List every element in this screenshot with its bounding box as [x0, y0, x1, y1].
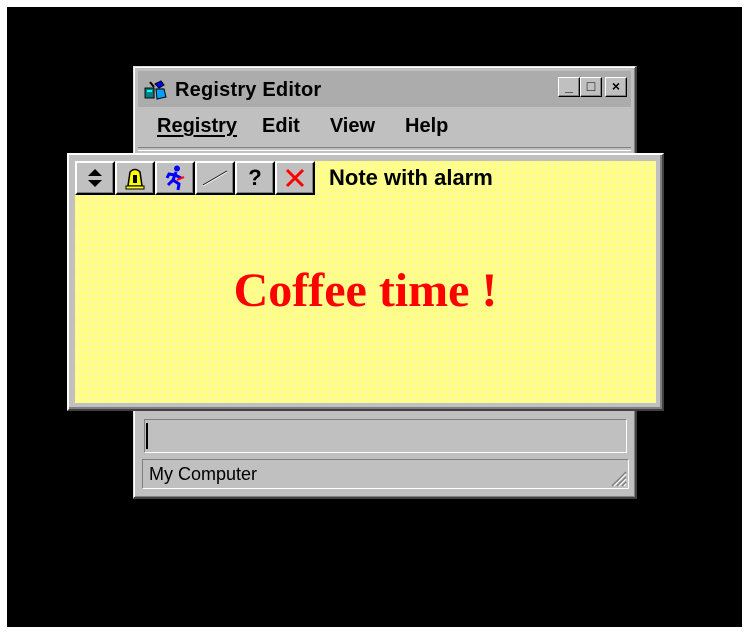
- tree-pane[interactable]: [144, 419, 627, 453]
- line-button[interactable]: [195, 161, 235, 195]
- note-toolbar: ?: [75, 161, 315, 195]
- close-button[interactable]: ×: [605, 77, 627, 97]
- resize-grip-icon[interactable]: [607, 467, 627, 487]
- note-window[interactable]: ? Note with alarm Coffee time !: [67, 153, 664, 411]
- menu-bar: Registry Edit View Help: [138, 111, 631, 141]
- note-message: Coffee time !: [233, 264, 498, 317]
- menu-edit[interactable]: Edit: [262, 111, 300, 141]
- menu-view[interactable]: View: [330, 111, 375, 141]
- help-button[interactable]: ?: [235, 161, 275, 195]
- help-icon: ?: [248, 165, 262, 190]
- status-text: My Computer: [149, 464, 258, 484]
- note-body[interactable]: ? Note with alarm Coffee time !: [75, 161, 656, 403]
- title-bar[interactable]: Registry Editor _ □ ×: [138, 71, 631, 107]
- close-note-button[interactable]: [275, 161, 315, 195]
- move-button[interactable]: [75, 161, 115, 195]
- updown-arrows-icon: [88, 169, 102, 187]
- note-title: Note with alarm: [329, 165, 493, 190]
- minimize-button[interactable]: _: [558, 77, 580, 97]
- menu-divider: [138, 147, 631, 151]
- run-button[interactable]: [155, 161, 195, 195]
- alarm-button[interactable]: [115, 161, 155, 195]
- status-bar: My Computer: [142, 459, 629, 489]
- registry-editor-icon: [144, 80, 167, 100]
- window-title: Registry Editor: [175, 79, 322, 101]
- splitter-bar[interactable]: [146, 423, 148, 449]
- menu-help[interactable]: Help: [405, 111, 448, 141]
- line-icon: [202, 170, 228, 187]
- menu-registry[interactable]: Registry: [157, 111, 237, 141]
- maximize-button[interactable]: □: [580, 77, 602, 97]
- running-man-icon: [165, 165, 185, 191]
- alarm-bell-icon: [125, 168, 145, 190]
- close-x-icon: [285, 168, 305, 188]
